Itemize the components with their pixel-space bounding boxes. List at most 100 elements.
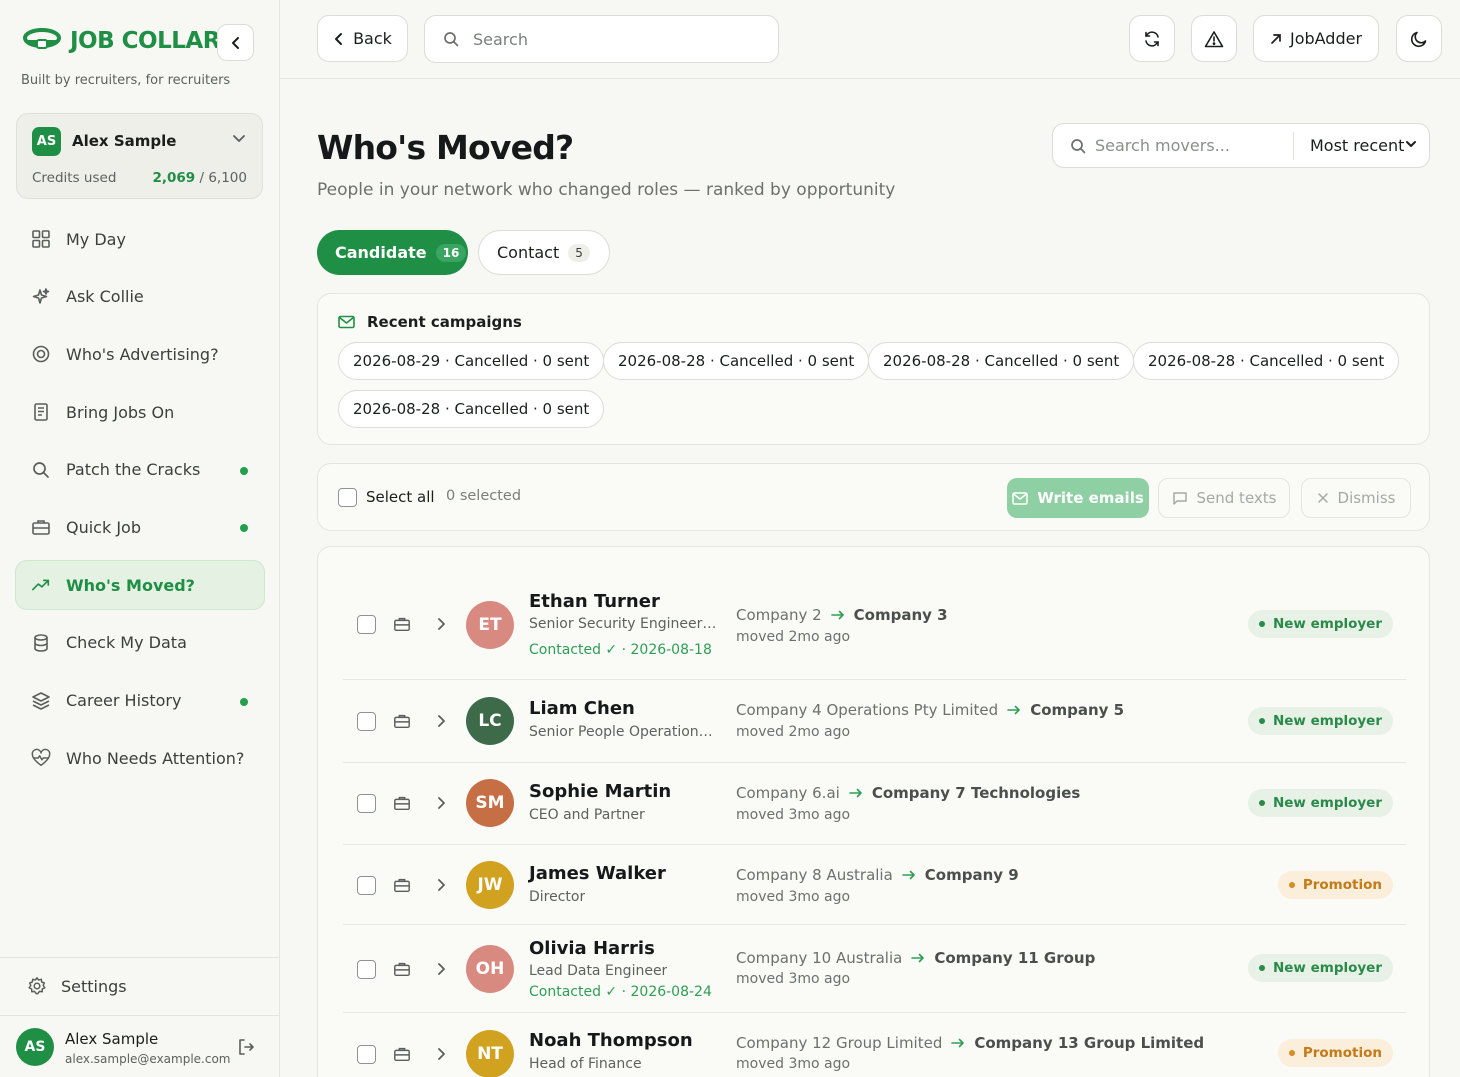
back-button[interactable]: Back: [317, 15, 408, 62]
search-icon: [443, 31, 459, 47]
row-checkbox[interactable]: [357, 960, 376, 979]
briefcase-icon[interactable]: [393, 794, 411, 812]
logout-icon[interactable]: [236, 1037, 256, 1057]
alerts-button[interactable]: [1191, 15, 1237, 62]
mover-name[interactable]: James Walker: [529, 863, 666, 884]
status-badge: Promotion: [1277, 1039, 1393, 1067]
chevron-right-icon[interactable]: [436, 796, 446, 810]
dismiss-button[interactable]: Dismiss: [1301, 478, 1411, 518]
collapse-sidebar-button[interactable]: [217, 24, 254, 61]
chevron-right-icon[interactable]: [436, 714, 446, 728]
sidebar-item-label: Patch the Cracks: [66, 460, 201, 480]
row-checkbox[interactable]: [357, 1045, 376, 1064]
badge-label: Promotion: [1302, 877, 1382, 893]
user-email: alex.sample@example.com: [65, 1052, 231, 1066]
select-all-checkbox[interactable]: [338, 488, 357, 507]
briefcase-icon[interactable]: [393, 1045, 411, 1063]
target-icon: [31, 344, 51, 364]
to-company: Company 9: [924, 866, 1019, 884]
tab-contact[interactable]: Contact 5: [478, 230, 610, 275]
sidebar-item-label: Who's Moved?: [66, 575, 195, 595]
moved-ago: moved 3mo ago: [736, 971, 851, 987]
gear-icon: [27, 976, 47, 996]
campaign-chip[interactable]: 2026-08-28 · Cancelled · 0 sent: [868, 342, 1135, 380]
mover-row[interactable]: ET Ethan Turner Senior Security Engineer…: [343, 565, 1406, 680]
theme-toggle-button[interactable]: [1396, 15, 1442, 62]
campaign-chip[interactable]: 2026-08-28 · Cancelled · 0 sent: [338, 390, 605, 428]
global-search-input[interactable]: Search: [424, 15, 779, 63]
send-texts-button[interactable]: Send texts: [1158, 478, 1290, 518]
write-emails-button[interactable]: Write emails: [1007, 478, 1149, 518]
mover-name[interactable]: Liam Chen: [529, 698, 635, 719]
from-company: Company 10 Australia: [736, 949, 903, 967]
row-checkbox[interactable]: [357, 876, 376, 895]
sidebar-item-whos-advertising[interactable]: Who's Advertising?: [15, 329, 265, 379]
mover-name[interactable]: Noah Thompson: [529, 1030, 693, 1051]
sidebar-item-whos-moved[interactable]: Who's Moved?: [15, 560, 265, 611]
mover-role: Head of Finance: [529, 1056, 642, 1072]
close-icon: [1317, 492, 1329, 504]
sort-select[interactable]: Most recent: [1310, 136, 1404, 155]
mover-row[interactable]: LC Liam Chen Senior People Operations M.…: [343, 680, 1406, 763]
jobadder-button[interactable]: JobAdder: [1253, 15, 1379, 62]
bulk-actions-toolbar: Select all 0 selected Write emails Send …: [317, 463, 1430, 531]
select-all-label[interactable]: Select all: [366, 488, 435, 506]
company-move: Company 8 Australia Company 9: [736, 866, 1019, 884]
chevron-right-icon[interactable]: [436, 1047, 446, 1061]
mover-row[interactable]: OH Olivia Harris Lead Data Engineer Cont…: [343, 925, 1406, 1013]
chevron-down-icon: [1405, 140, 1417, 149]
briefcase-icon[interactable]: [393, 712, 411, 730]
campaign-chip[interactable]: 2026-08-29 · Cancelled · 0 sent: [338, 342, 605, 380]
arrow-right-icon: [849, 788, 863, 798]
credits-total: / 6,100: [199, 170, 248, 186]
company-move: Company 4 Operations Pty Limited Company…: [736, 701, 1124, 719]
mover-row[interactable]: NT Noah Thompson Head of Finance Company…: [343, 1013, 1406, 1077]
sidebar-item-bring-jobs-on[interactable]: Bring Jobs On: [15, 387, 265, 437]
chevron-right-icon[interactable]: [436, 617, 446, 631]
sidebar-item-quick-job[interactable]: Quick Job: [15, 502, 265, 552]
status-dot: [1288, 1050, 1295, 1056]
moved-ago: moved 3mo ago: [736, 1056, 851, 1072]
badge-label: Promotion: [1302, 1045, 1382, 1061]
row-checkbox[interactable]: [357, 794, 376, 813]
campaign-chip[interactable]: 2026-08-28 · Cancelled · 0 sent: [1133, 342, 1400, 380]
status-dot: [1258, 621, 1265, 627]
mover-role: Lead Data Engineer: [529, 963, 668, 979]
account-switcher[interactable]: AS Alex Sample Credits used 2,069 / 6,10…: [16, 113, 263, 199]
mover-row[interactable]: SM Sophie Martin CEO and Partner Company…: [343, 763, 1406, 845]
tab-candidate[interactable]: Candidate 16: [317, 230, 468, 275]
sidebar-item-who-needs-attention[interactable]: Who Needs Attention?: [15, 733, 265, 783]
message-icon: [1172, 491, 1188, 506]
divider: [0, 957, 279, 958]
briefcase-icon[interactable]: [393, 876, 411, 894]
briefcase-icon[interactable]: [393, 615, 411, 633]
briefcase-icon[interactable]: [393, 960, 411, 978]
mover-row[interactable]: JW James Walker Director Company 8 Austr…: [343, 845, 1406, 925]
from-company: Company 8 Australia: [736, 866, 893, 884]
campaign-chip[interactable]: 2026-08-28 · Cancelled · 0 sent: [603, 342, 870, 380]
user-avatar[interactable]: AS: [16, 1028, 54, 1066]
mover-name[interactable]: Olivia Harris: [529, 938, 655, 959]
brand-logo[interactable]: JOB COLLAR: [22, 26, 220, 56]
sidebar-item-ask-collie[interactable]: Ask Collie: [15, 272, 265, 322]
from-company: Company 2: [736, 606, 822, 624]
mover-role: Senior Security Engineer (A...: [529, 616, 719, 632]
recent-campaigns-title: Recent campaigns: [367, 313, 522, 331]
row-checkbox[interactable]: [357, 615, 376, 634]
refresh-button[interactable]: [1129, 15, 1175, 62]
sidebar-item-career-history[interactable]: Career History: [15, 676, 265, 726]
movers-search-input[interactable]: Search movers...: [1095, 136, 1230, 155]
mover-name[interactable]: Ethan Turner: [529, 591, 660, 612]
chevron-right-icon[interactable]: [436, 962, 446, 976]
row-checkbox[interactable]: [357, 712, 376, 731]
movers-list: ET Ethan Turner Senior Security Engineer…: [317, 546, 1430, 1077]
sidebar-item-my-day[interactable]: My Day: [15, 214, 265, 264]
sidebar-nav: My Day Ask Collie Who's Advertising? Bri…: [15, 214, 265, 791]
sidebar-item-check-my-data[interactable]: Check My Data: [15, 618, 265, 668]
to-company: Company 5: [1030, 701, 1125, 719]
sidebar-item-patch-the-cracks[interactable]: Patch the Cracks: [15, 445, 265, 495]
moved-ago: moved 2mo ago: [736, 629, 851, 645]
settings-link[interactable]: Settings: [27, 976, 127, 996]
chevron-right-icon[interactable]: [436, 878, 446, 892]
mover-name[interactable]: Sophie Martin: [529, 781, 671, 802]
